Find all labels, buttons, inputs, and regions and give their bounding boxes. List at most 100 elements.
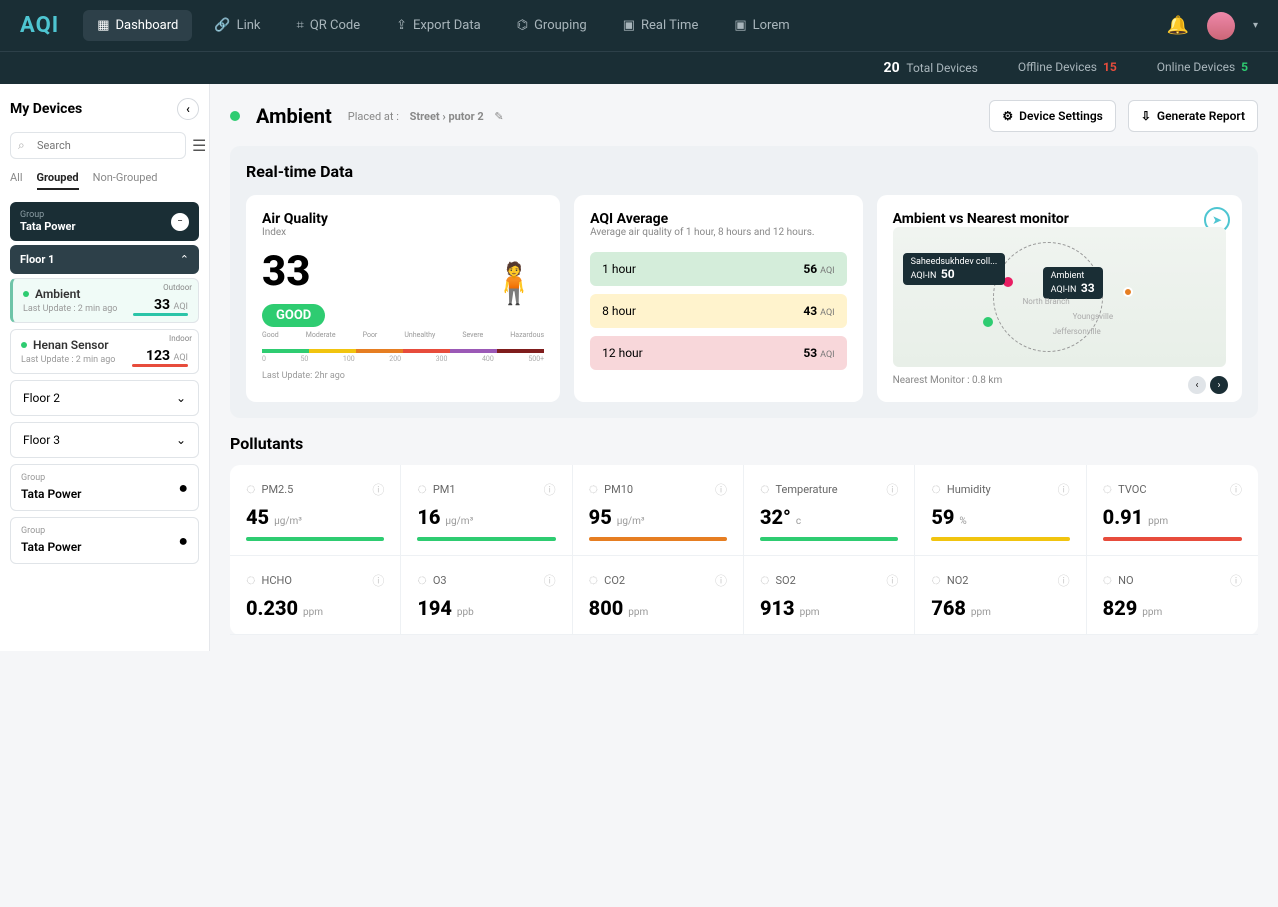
pollutant-cell: ◌ CO2 ⓘ 800 ppm	[573, 556, 744, 635]
pollutant-cell: ◌ O3 ⓘ 194 ppb	[401, 556, 572, 635]
pollutant-name: NO2	[947, 574, 969, 587]
user-menu-chevron[interactable]: ▾	[1253, 20, 1258, 31]
pollutant-name: HCHO	[262, 574, 292, 587]
pollutant-name: PM10	[604, 483, 633, 496]
collapse-icon: −	[171, 213, 189, 231]
pollutant-name: TVOC	[1118, 483, 1146, 496]
pollutant-value: 45	[246, 505, 269, 529]
pollutant-value: 0.230	[246, 596, 298, 620]
filter-icon[interactable]: ☰	[192, 136, 206, 155]
realtime-section: Real-time Data Air Quality Index 33 GOOD…	[230, 146, 1258, 418]
info-icon[interactable]: ⓘ	[372, 572, 384, 589]
info-icon[interactable]: ⓘ	[886, 481, 898, 498]
pollutant-unit: ppm	[1142, 607, 1162, 618]
info-icon[interactable]: ⓘ	[1058, 572, 1070, 589]
pollutant-unit: μg/m³	[274, 516, 302, 527]
pollutant-icon: ◌	[589, 479, 599, 499]
info-icon[interactable]: ⓘ	[544, 572, 556, 589]
pollutants-section: Pollutants ◌ PM2.5 ⓘ 45 μg/m³ ◌ PM1 ⓘ 16…	[230, 434, 1258, 635]
nav-link[interactable]: 🔗 Link	[200, 10, 274, 41]
nav-realtime[interactable]: ▣ Real Time	[609, 10, 713, 41]
pollutant-bar	[246, 537, 384, 541]
sidebar-title: My Devices	[10, 101, 82, 117]
info-icon[interactable]: ⓘ	[372, 481, 384, 498]
pollutant-cell: ◌ NO2 ⓘ 768 ppm	[915, 556, 1086, 635]
pollutant-value: 829	[1103, 596, 1138, 620]
pollutant-icon: ◌	[417, 479, 427, 499]
map-prev-button[interactable]: ‹	[1188, 376, 1206, 394]
pollutant-icon: ◌	[760, 479, 770, 499]
info-icon[interactable]: ⓘ	[1230, 572, 1242, 589]
pollutant-unit: μg/m³	[445, 516, 473, 527]
info-icon[interactable]: ⓘ	[1058, 481, 1070, 498]
group-collapsed-2[interactable]: GroupTata Power ●	[10, 464, 199, 511]
pollutant-value: 768	[931, 596, 966, 620]
status-bar: 20 Total Devices Offline Devices 15 Onli…	[0, 51, 1278, 84]
tab-nongrouped[interactable]: Non-Grouped	[93, 171, 158, 190]
info-icon[interactable]: ⓘ	[715, 572, 727, 589]
pollutant-name: PM1	[433, 483, 456, 496]
pollutant-icon: ◌	[1103, 570, 1113, 590]
map-next-button[interactable]: ›	[1210, 376, 1228, 394]
logo: AQI	[20, 13, 59, 38]
pollutant-icon: ◌	[760, 570, 770, 590]
pollutant-value: 59	[931, 505, 954, 529]
aqi-status-badge: GOOD	[262, 304, 325, 327]
nav-export[interactable]: ⇪ Export Data	[382, 10, 495, 41]
pollutant-name: CO2	[604, 574, 625, 587]
nav-qrcode[interactable]: ⌗ QR Code	[283, 10, 375, 41]
device-card-ambient[interactable]: Outdoor Ambient Last Update : 2 min ago …	[10, 278, 199, 323]
pollutant-cell: ◌ SO2 ⓘ 913 ppm	[744, 556, 915, 635]
pollutant-name: PM2.5	[262, 483, 294, 496]
map-area[interactable]: Saheedsukhdev coll... AQI-IN 50 Ambient …	[893, 227, 1226, 367]
topbar: AQI ▦ Dashboard 🔗 Link ⌗ QR Code ⇪ Expor…	[0, 0, 1278, 51]
top-nav: ▦ Dashboard 🔗 Link ⌗ QR Code ⇪ Export Da…	[83, 10, 1142, 41]
device-settings-button[interactable]: ⚙ Device Settings	[989, 100, 1115, 132]
expand-icon: ●	[178, 478, 188, 498]
floor-header-floor3[interactable]: Floor 3⌄	[10, 422, 199, 458]
user-avatar[interactable]	[1207, 12, 1235, 40]
info-icon[interactable]: ⓘ	[544, 481, 556, 498]
air-quality-card: Air Quality Index 33 GOOD 🧍 GoodModerate…	[246, 195, 560, 402]
pollutant-name: O3	[433, 574, 447, 587]
pollutant-unit: c	[796, 516, 801, 527]
pollutant-value: 32°	[760, 505, 791, 529]
pollutant-cell: ◌ PM2.5 ⓘ 45 μg/m³	[230, 465, 401, 556]
info-icon[interactable]: ⓘ	[715, 481, 727, 498]
tab-all[interactable]: All	[10, 171, 23, 190]
pollutant-name: NO	[1118, 574, 1133, 587]
floor-header-floor1[interactable]: Floor 1 ⌃	[10, 245, 199, 274]
generate-report-button[interactable]: ⇩ Generate Report	[1128, 100, 1258, 132]
aqi-average-card: AQI Average Average air quality of 1 hou…	[574, 195, 862, 402]
notifications-icon[interactable]: 🔔	[1167, 15, 1189, 36]
device-search-input[interactable]	[10, 132, 186, 159]
tab-grouped[interactable]: Grouped	[37, 171, 79, 190]
floor-header-floor2[interactable]: Floor 2⌄	[10, 380, 199, 416]
pollutant-icon: ◌	[589, 570, 599, 590]
info-icon[interactable]: ⓘ	[886, 572, 898, 589]
pollutant-cell: ◌ Humidity ⓘ 59 %	[915, 465, 1086, 556]
pollutant-value: 16	[417, 505, 440, 529]
avg-row-8h: 8 hour43 AQI	[590, 294, 846, 328]
pollutant-cell: ◌ PM1 ⓘ 16 μg/m³	[401, 465, 572, 556]
nav-lorem[interactable]: ▣ Lorem	[720, 10, 803, 41]
pollutant-cell: ◌ HCHO ⓘ 0.230 ppm	[230, 556, 401, 635]
character-icon: 🧍	[484, 238, 544, 328]
group-header-tatapower[interactable]: GroupTata Power −	[10, 202, 199, 241]
pollutant-value: 913	[760, 596, 795, 620]
sidebar-collapse-button[interactable]: ‹	[177, 98, 199, 120]
pollutant-unit: ppm	[971, 607, 991, 618]
nav-dashboard[interactable]: ▦ Dashboard	[83, 10, 192, 41]
nav-grouping[interactable]: ⌬ Grouping	[503, 10, 601, 41]
chevron-down-icon: ⌄	[176, 433, 186, 447]
pollutant-bar	[1103, 537, 1242, 541]
pollutant-unit: ppm	[628, 607, 648, 618]
pollutant-name: SO2	[776, 574, 796, 587]
group-collapsed-3[interactable]: GroupTata Power ●	[10, 517, 199, 564]
avg-row-1h: 1 hour56 AQI	[590, 252, 846, 286]
device-card-henan[interactable]: Indoor Henan Sensor Last Update : 2 min …	[10, 329, 199, 374]
edit-location-icon[interactable]: ✎	[494, 110, 503, 123]
info-icon[interactable]: ⓘ	[1230, 481, 1242, 498]
pollutant-unit: ppm	[1148, 516, 1168, 527]
expand-icon: ●	[178, 531, 188, 551]
